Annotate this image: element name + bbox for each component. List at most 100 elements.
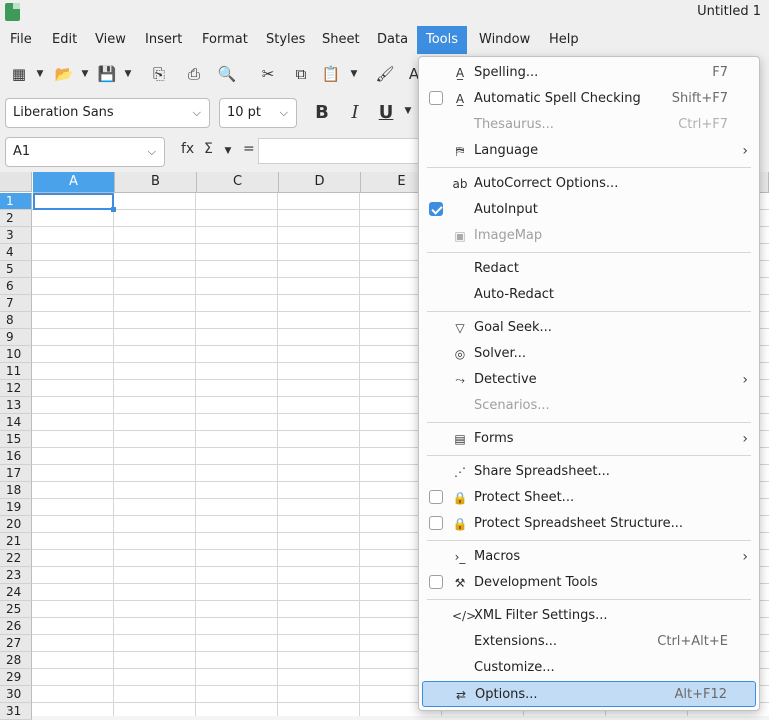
row-header[interactable]: 5 (0, 261, 32, 278)
row-header[interactable]: 15 (0, 431, 32, 448)
row-header[interactable]: 3 (0, 227, 32, 244)
column-header[interactable]: D (279, 172, 361, 193)
row-header[interactable]: 10 (0, 346, 32, 363)
function-wizard-icon[interactable]: fx (181, 141, 194, 157)
menu-window[interactable]: Window (470, 26, 539, 54)
row-header[interactable]: 4 (0, 244, 32, 261)
row-header[interactable]: 21 (0, 533, 32, 550)
row-header[interactable]: 9 (0, 329, 32, 346)
menu-item-customize[interactable]: Customize... (422, 655, 756, 681)
menu-help[interactable]: Help (540, 26, 588, 54)
checkbox[interactable] (429, 516, 443, 530)
menu-file[interactable]: File (1, 26, 41, 54)
menu-item-language[interactable]: ⛿ Language › (422, 138, 756, 164)
menu-format[interactable]: Format (193, 26, 257, 54)
menu-item-macros[interactable]: ›_ Macros › (422, 544, 756, 570)
menu-item-protect-sheet[interactable]: 🔒 Protect Sheet... (422, 485, 756, 511)
row-header[interactable]: 11 (0, 363, 32, 380)
row-header[interactable]: 12 (0, 380, 32, 397)
menu-edit[interactable]: Edit (43, 26, 86, 54)
menu-item-automatic-spell-checking[interactable]: A̲ Automatic Spell Checking Shift+F7 (422, 86, 756, 112)
menu-item-label: Scenarios... (474, 398, 550, 413)
menu-item-solver[interactable]: ◎ Solver... (422, 341, 756, 367)
row-header[interactable]: 7 (0, 295, 32, 312)
underline-dropdown-arrow[interactable]: ▼ (403, 99, 413, 123)
menu-styles[interactable]: Styles (257, 26, 314, 54)
sum-dropdown-arrow[interactable]: ▼ (223, 139, 233, 163)
menu-sheet[interactable]: Sheet (313, 26, 369, 54)
underline-button[interactable]: U (374, 99, 398, 127)
menu-item-development-tools[interactable]: ⚒ Development Tools (422, 570, 756, 596)
row-header[interactable]: 23 (0, 567, 32, 584)
bold-button[interactable]: B (310, 99, 334, 127)
print-preview-icon[interactable]: 🔍 (214, 62, 240, 86)
row-header[interactable]: 6 (0, 278, 32, 295)
row-header[interactable]: 20 (0, 516, 32, 533)
menu-data[interactable]: Data (368, 26, 417, 54)
menu-view[interactable]: View (86, 26, 135, 54)
row-header[interactable]: 18 (0, 482, 32, 499)
italic-button[interactable]: I (343, 99, 367, 127)
menu-item-forms[interactable]: ▤ Forms › (422, 426, 756, 452)
detective-icon: ⤳ (455, 373, 465, 387)
row-header[interactable]: 14 (0, 414, 32, 431)
row-header[interactable]: 13 (0, 397, 32, 414)
menu-item-xml-filter-settings[interactable]: </> XML Filter Settings... (422, 603, 756, 629)
menu-item-extensions[interactable]: Extensions... Ctrl+Alt+E (422, 629, 756, 655)
row-header[interactable]: 19 (0, 499, 32, 516)
new-dropdown-arrow[interactable]: ▼ (35, 62, 45, 86)
row-header[interactable]: 31 (0, 703, 32, 720)
cut-icon[interactable]: ✂ (255, 62, 281, 86)
save-dropdown-arrow[interactable]: ▼ (123, 62, 133, 86)
font-size-combo[interactable]: 10 pt ⌵ (219, 98, 297, 128)
paste-icon[interactable]: 📋 (318, 62, 344, 86)
column-header[interactable]: C (197, 172, 279, 193)
checkbox[interactable] (429, 202, 443, 216)
row-header[interactable]: 8 (0, 312, 32, 329)
print-icon[interactable]: ⎙ (181, 62, 207, 86)
menu-tools[interactable]: Tools (417, 26, 468, 54)
row-header[interactable]: 27 (0, 635, 32, 652)
menu-item-redact[interactable]: Redact (422, 256, 756, 282)
copy-icon[interactable]: ⧉ (288, 62, 314, 86)
menu-item-protect-spreadsheet-structure[interactable]: 🔒 Protect Spreadsheet Structure... (422, 511, 756, 537)
row-header[interactable]: 30 (0, 686, 32, 703)
new-spreadsheet-icon[interactable]: ▦ (6, 62, 32, 86)
export-pdf-icon[interactable]: ⎘ (146, 62, 172, 86)
menu-item-spelling[interactable]: A̲ Spelling... F7 (422, 60, 756, 86)
font-name-combo[interactable]: Liberation Sans ⌵ (5, 98, 210, 128)
row-header[interactable]: 29 (0, 669, 32, 686)
checkbox[interactable] (429, 490, 443, 504)
formula-equals-icon[interactable]: = (243, 141, 255, 157)
menu-separator (427, 167, 751, 168)
row-header[interactable]: 16 (0, 448, 32, 465)
row-header[interactable]: 2 (0, 210, 32, 227)
menu-item-options[interactable]: ⇄ Options... Alt+F12 (422, 681, 756, 707)
sum-icon[interactable]: Σ (204, 141, 213, 157)
row-header[interactable]: 17 (0, 465, 32, 482)
open-folder-icon[interactable]: 📂 (51, 62, 77, 86)
select-all-corner[interactable] (0, 172, 32, 192)
menu-item-autoinput[interactable]: AutoInput (422, 197, 756, 223)
row-header[interactable]: 24 (0, 584, 32, 601)
clone-formatting-icon[interactable]: 🖌 (372, 62, 398, 86)
checkbox[interactable] (429, 91, 443, 105)
row-header[interactable]: 26 (0, 618, 32, 635)
row-header[interactable]: 25 (0, 601, 32, 618)
row-header[interactable]: 1 (0, 193, 32, 210)
checkbox[interactable] (429, 575, 443, 589)
row-header[interactable]: 22 (0, 550, 32, 567)
menu-item-auto-redact[interactable]: Auto-Redact (422, 282, 756, 308)
paste-dropdown-arrow[interactable]: ▼ (349, 62, 359, 86)
column-header[interactable]: B (115, 172, 197, 193)
menu-insert[interactable]: Insert (136, 26, 191, 54)
menu-item-detective[interactable]: ⤳ Detective › (422, 367, 756, 393)
menu-item-autocorrect-options[interactable]: ab AutoCorrect Options... (422, 171, 756, 197)
open-dropdown-arrow[interactable]: ▼ (80, 62, 90, 86)
menu-item-goal-seek[interactable]: ▽ Goal Seek... (422, 315, 756, 341)
name-box[interactable]: A1 ⌵ (5, 137, 165, 167)
menu-item-share-spreadsheet[interactable]: ⋰ Share Spreadsheet... (422, 459, 756, 485)
save-icon[interactable]: 💾 (94, 62, 120, 86)
column-header[interactable]: A (33, 172, 115, 193)
row-header[interactable]: 28 (0, 652, 32, 669)
